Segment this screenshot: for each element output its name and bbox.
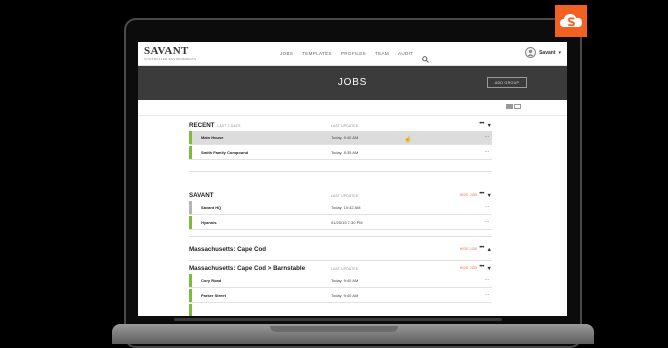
view-toggle: [506, 104, 521, 109]
table-row[interactable]: Smith Family Compound Today, 8:35 AM ...: [189, 146, 492, 160]
status-bar: [189, 201, 192, 214]
avatar-icon: [525, 47, 537, 58]
status-bar: [189, 131, 192, 144]
row-more-icon[interactable]: ...: [485, 133, 489, 139]
row-more-icon[interactable]: ...: [485, 203, 489, 209]
job-updated: Today, 10:42 AM: [331, 205, 361, 210]
hide-job-link[interactable]: HIDE JOB: [460, 247, 477, 251]
group-more-icon[interactable]: •••: [479, 121, 484, 127]
job-name: Cory Road: [201, 278, 222, 283]
view-bar: [138, 100, 567, 116]
table-row[interactable]: [189, 304, 492, 316]
divider: [189, 236, 492, 237]
status-bar: [189, 304, 192, 316]
status-bar: [189, 289, 192, 302]
divider: [189, 260, 492, 261]
chevron-down-icon[interactable]: ▼: [487, 193, 492, 199]
chevron-down-icon: ▾: [558, 49, 561, 56]
nav-templates[interactable]: TEMPLATES: [302, 51, 332, 56]
search-icon[interactable]: [422, 50, 430, 63]
divider: [189, 171, 492, 172]
group-more-icon[interactable]: •••: [479, 191, 484, 197]
brand-name: SAVANT: [144, 45, 189, 57]
group-subtitle: LAST 7 DAYS: [217, 124, 241, 128]
job-updated: 01/25/19 7:30 PM: [331, 220, 363, 225]
table-row[interactable]: Parker Street Today, 9:40 AM ...: [189, 289, 492, 303]
app-screen: SAVANT CONTROLLED ENVIRONMENTS JOBS TEMP…: [138, 42, 567, 316]
group-title: Massachusetts: Cape Cod > Barnstable: [189, 265, 306, 272]
group-more-icon[interactable]: •••: [479, 264, 484, 270]
grid-view-icon[interactable]: [514, 104, 521, 109]
status-bar: [189, 146, 192, 159]
top-nav: SAVANT CONTROLLED ENVIRONMENTS JOBS TEMP…: [138, 42, 567, 66]
group-title: SAVANT: [189, 192, 214, 199]
row-more-icon[interactable]: ...: [485, 291, 489, 297]
job-name: Parker Street: [201, 293, 226, 298]
nav-audit[interactable]: AUDIT: [398, 51, 413, 56]
job-updated: Today, 9:40 AM: [331, 135, 359, 140]
page-header: JOBS ADD GROUP: [138, 66, 567, 100]
job-updated: Today, 9:40 AM: [331, 278, 359, 283]
table-row[interactable]: Hyannis 01/25/19 7:30 PM ...: [189, 216, 492, 230]
table-row[interactable]: Savant HQ Today, 10:42 AM ...: [189, 201, 492, 215]
group-header: Massachusetts: Cape Cod HIDE JOB ••• ▲: [189, 245, 492, 256]
nav-team[interactable]: TEAM: [375, 51, 389, 56]
nav-jobs[interactable]: JOBS: [280, 51, 293, 56]
row-more-icon[interactable]: ...: [485, 148, 489, 154]
column-last-updated: LAST UPDATED: [331, 194, 359, 198]
mouse-cursor-icon: ☝: [404, 137, 412, 143]
brand-subtitle: CONTROLLED ENVIRONMENTS: [144, 57, 197, 61]
job-updated: Today, 9:40 AM: [331, 293, 359, 298]
hide-job-link[interactable]: HIDE JOB: [460, 266, 477, 270]
status-bar: [189, 216, 192, 229]
chevron-up-icon[interactable]: ▲: [487, 247, 492, 253]
group-title: RECENT LAST 7 DAYS: [189, 122, 241, 129]
list-view-icon[interactable]: [506, 104, 513, 109]
row-more-icon[interactable]: ...: [485, 218, 489, 224]
hide-job-link[interactable]: HIDE JOB: [460, 193, 477, 197]
group-more-icon[interactable]: •••: [479, 245, 484, 251]
job-name: Savant HQ: [201, 205, 222, 210]
chevron-down-icon[interactable]: ▼: [487, 123, 492, 129]
table-row[interactable]: Main House Today, 9:40 AM ...: [189, 131, 492, 145]
nav-links: JOBS TEMPLATES PROFILES TEAM AUDIT: [280, 50, 430, 63]
table-row[interactable]: Cory Road Today, 9:40 AM ...: [189, 274, 492, 288]
scrollbar[interactable]: [174, 318, 502, 321]
job-updated: Today, 8:35 AM: [331, 150, 359, 155]
chevron-down-icon[interactable]: ▼: [487, 266, 492, 272]
laptop-notch: [270, 326, 398, 332]
user-menu[interactable]: Savant ▾: [525, 47, 561, 58]
job-name: Hyannis: [201, 220, 217, 225]
brand-logo[interactable]: SAVANT CONTROLLED ENVIRONMENTS: [144, 46, 196, 61]
job-name: Smith Family Compound: [201, 150, 249, 155]
row-more-icon[interactable]: ...: [485, 276, 489, 282]
column-last-updated: LAST UPDATED: [331, 267, 359, 271]
savant-cloud-icon: [555, 5, 587, 37]
add-group-button[interactable]: ADD GROUP: [487, 77, 527, 88]
group-title: Massachusetts: Cape Cod: [189, 246, 267, 253]
column-last-updated: LAST UPDATED: [331, 124, 359, 128]
nav-profiles[interactable]: PROFILES: [341, 51, 366, 56]
status-bar: [189, 274, 192, 287]
job-name: Main House: [201, 135, 224, 140]
user-name: Savant: [539, 49, 556, 56]
